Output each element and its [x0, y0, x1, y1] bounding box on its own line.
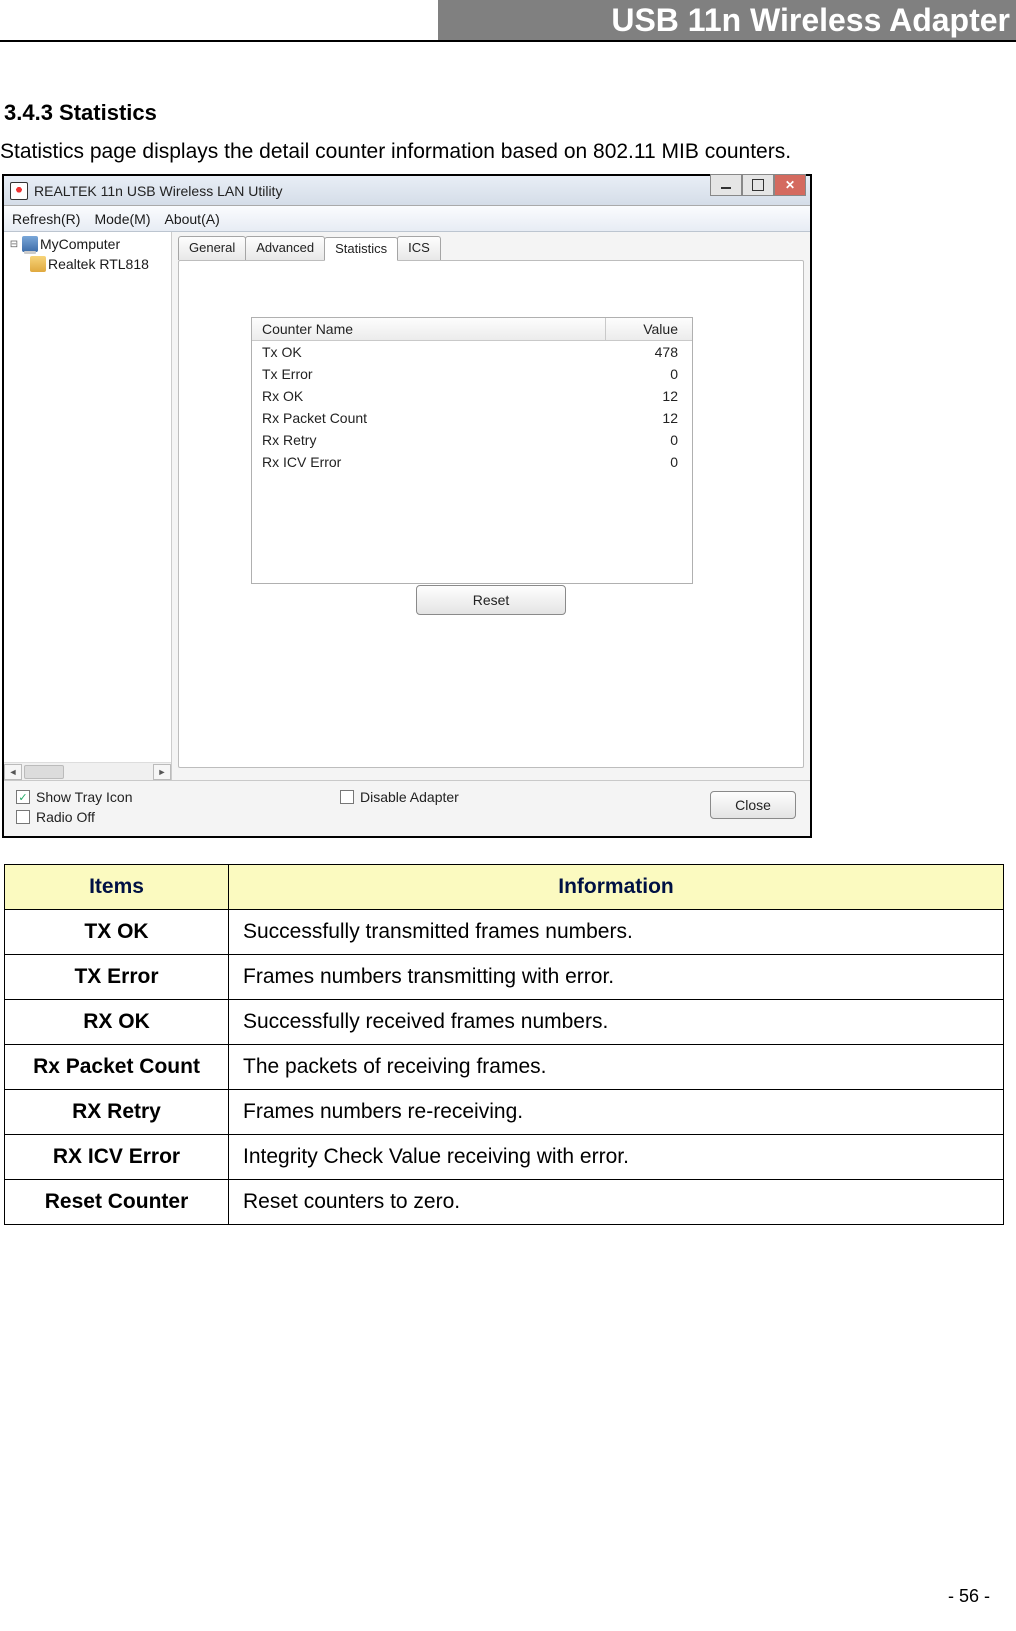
- info-row: TX ErrorFrames numbers transmitting with…: [5, 955, 1004, 1000]
- counter-value: 12: [606, 410, 692, 426]
- counter-name: Tx OK: [252, 344, 606, 360]
- counter-row: Tx Error0: [252, 363, 692, 385]
- info-row: RX RetryFrames numbers re-receiving.: [5, 1090, 1004, 1135]
- window-close-button[interactable]: [774, 174, 806, 196]
- checkbox-disable-adapter[interactable]: Disable Adapter: [340, 789, 459, 805]
- counter-table-header: Counter Name Value: [252, 318, 692, 341]
- info-row: TX OKSuccessfully transmitted frames num…: [5, 910, 1004, 955]
- tab-advanced[interactable]: Advanced: [245, 236, 325, 260]
- info-description: Reset counters to zero.: [229, 1180, 1004, 1225]
- info-item: TX Error: [5, 955, 229, 1000]
- counter-name: Tx Error: [252, 366, 606, 382]
- counter-row: Rx Retry0: [252, 429, 692, 451]
- tab-general[interactable]: General: [178, 236, 246, 260]
- device-tree-pane: ⊟ MyComputer Realtek RTL818 ◄ ►: [4, 232, 172, 780]
- page-number: - 56 -: [948, 1586, 990, 1607]
- tree-label-adapter: Realtek RTL818: [48, 256, 149, 272]
- app-icon: [10, 182, 28, 200]
- footer-bar: ✓ Show Tray Icon Radio Off Disable Adapt…: [4, 780, 810, 836]
- checkbox-icon[interactable]: [16, 810, 30, 824]
- info-header-information: Information: [229, 865, 1004, 910]
- counter-row: Rx ICV Error0: [252, 451, 692, 473]
- scroll-right-icon[interactable]: ►: [153, 764, 171, 780]
- statistics-panel: Counter Name Value Tx OK478 Tx Error0 Rx…: [178, 260, 804, 768]
- tab-statistics[interactable]: Statistics: [324, 237, 398, 261]
- minimize-button[interactable]: [710, 174, 742, 196]
- counter-name: Rx Retry: [252, 432, 606, 448]
- scroll-left-icon[interactable]: ◄: [4, 764, 22, 780]
- info-description: Integrity Check Value receiving with err…: [229, 1135, 1004, 1180]
- counter-row: Tx OK478: [252, 341, 692, 363]
- computer-icon: [22, 236, 38, 252]
- info-description: The packets of receiving frames.: [229, 1045, 1004, 1090]
- tab-ics[interactable]: ICS: [397, 236, 441, 260]
- info-item: RX Retry: [5, 1090, 229, 1135]
- counter-value: 0: [606, 454, 692, 470]
- reset-button[interactable]: Reset: [416, 585, 566, 615]
- checkbox-icon[interactable]: ✓: [16, 790, 30, 804]
- section-description: Statistics page displays the detail coun…: [0, 140, 1016, 164]
- info-header-items: Items: [5, 865, 229, 910]
- menu-about[interactable]: About(A): [164, 211, 219, 227]
- counter-row: Rx OK12: [252, 385, 692, 407]
- info-description: Successfully transmitted frames numbers.: [229, 910, 1004, 955]
- checkbox-label: Radio Off: [36, 809, 95, 825]
- info-row: Rx Packet CountThe packets of receiving …: [5, 1045, 1004, 1090]
- counter-value: 12: [606, 388, 692, 404]
- checkbox-radio-off[interactable]: Radio Off: [16, 809, 133, 825]
- info-item: TX OK: [5, 910, 229, 955]
- header-rule: [0, 40, 1016, 42]
- window-titlebar[interactable]: REALTEK 11n USB Wireless LAN Utility: [4, 176, 810, 206]
- column-header-value[interactable]: Value: [606, 318, 692, 340]
- counter-value: 478: [606, 344, 692, 360]
- tree-collapse-icon[interactable]: ⊟: [8, 239, 20, 250]
- info-description: Frames numbers transmitting with error.: [229, 955, 1004, 1000]
- info-item: Rx Packet Count: [5, 1045, 229, 1090]
- close-button[interactable]: Close: [710, 791, 796, 819]
- checkbox-label: Show Tray Icon: [36, 789, 133, 805]
- counter-row: Rx Packet Count12: [252, 407, 692, 429]
- scroll-thumb[interactable]: [24, 765, 64, 779]
- info-item: RX OK: [5, 1000, 229, 1045]
- info-description: Frames numbers re-receiving.: [229, 1090, 1004, 1135]
- window-title: REALTEK 11n USB Wireless LAN Utility: [34, 183, 282, 199]
- menu-mode[interactable]: Mode(M): [94, 211, 150, 227]
- counter-value: 0: [606, 366, 692, 382]
- info-row: RX OKSuccessfully received frames number…: [5, 1000, 1004, 1045]
- column-header-name[interactable]: Counter Name: [252, 318, 606, 340]
- info-item: RX ICV Error: [5, 1135, 229, 1180]
- counter-table: Counter Name Value Tx OK478 Tx Error0 Rx…: [251, 317, 693, 584]
- info-row: RX ICV ErrorIntegrity Check Value receiv…: [5, 1135, 1004, 1180]
- checkbox-show-tray[interactable]: ✓ Show Tray Icon: [16, 789, 133, 805]
- info-row: Reset CounterReset counters to zero.: [5, 1180, 1004, 1225]
- info-description: Successfully received frames numbers.: [229, 1000, 1004, 1045]
- checkbox-label: Disable Adapter: [360, 789, 459, 805]
- menu-refresh[interactable]: Refresh(R): [12, 211, 80, 227]
- counter-name: Rx ICV Error: [252, 454, 606, 470]
- document-header-banner: USB 11n Wireless Adapter: [438, 0, 1016, 40]
- counter-name: Rx Packet Count: [252, 410, 606, 426]
- tree-horizontal-scrollbar[interactable]: ◄ ►: [4, 762, 171, 780]
- tree-label-computer: MyComputer: [40, 236, 120, 252]
- counter-name: Rx OK: [252, 388, 606, 404]
- tree-item-computer[interactable]: ⊟ MyComputer: [8, 234, 171, 254]
- counter-value: 0: [606, 432, 692, 448]
- menu-bar: Refresh(R) Mode(M) About(A): [4, 206, 810, 232]
- info-item: Reset Counter: [5, 1180, 229, 1225]
- maximize-button[interactable]: [742, 174, 774, 196]
- checkbox-icon[interactable]: [340, 790, 354, 804]
- app-screenshot: REALTEK 11n USB Wireless LAN Utility Ref…: [2, 174, 812, 838]
- tree-item-adapter[interactable]: Realtek RTL818: [8, 254, 171, 274]
- info-table: Items Information TX OKSuccessfully tran…: [4, 864, 1004, 1225]
- section-heading: 3.4.3 Statistics: [0, 100, 1016, 126]
- adapter-icon: [30, 256, 46, 272]
- tab-bar: General Advanced Statistics ICS: [172, 232, 810, 260]
